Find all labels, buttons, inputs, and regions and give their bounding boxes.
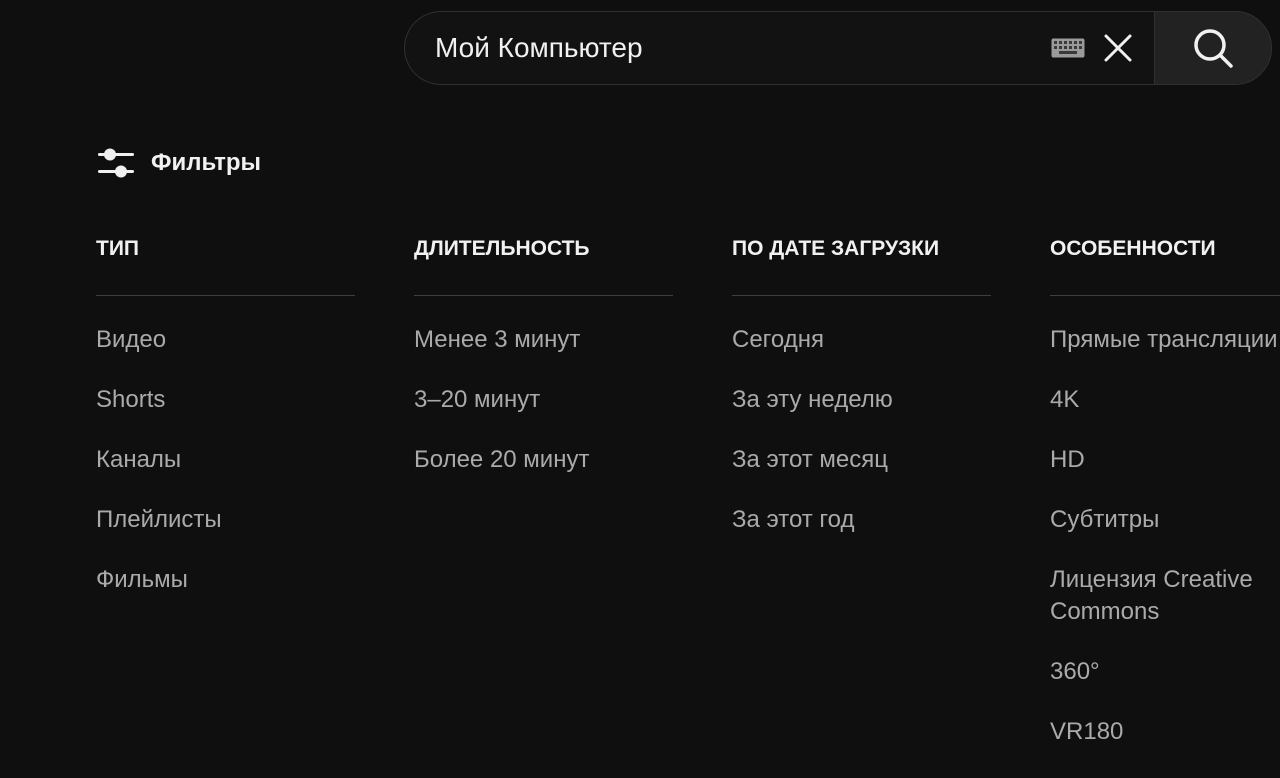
divider	[732, 295, 991, 296]
filter-option-vr180[interactable]: VR180	[1050, 716, 1280, 748]
search-icon	[1194, 29, 1233, 68]
filter-option-list: Менее 3 минут 3–20 минут Более 20 минут	[414, 324, 673, 476]
filter-group-type: ТИП Видео Shorts Каналы Плейлисты Фильмы	[96, 232, 355, 624]
filter-option-movies[interactable]: Фильмы	[96, 564, 355, 596]
filter-group-features: ОСОБЕННОСТИ Прямые трансляции 4K HD Субт…	[1050, 232, 1280, 776]
filter-option-list: Видео Shorts Каналы Плейлисты Фильмы	[96, 324, 355, 596]
filter-option-360[interactable]: 360°	[1050, 656, 1280, 688]
filter-option-list: Сегодня За эту неделю За этот месяц За э…	[732, 324, 991, 536]
filter-group-upload-date: ПО ДАТЕ ЗАГРУЗКИ Сегодня За эту неделю З…	[732, 232, 991, 564]
filter-group-title: ОСОБЕННОСТИ	[1050, 237, 1216, 260]
tune-icon	[96, 145, 138, 181]
close-icon	[1104, 34, 1132, 62]
filter-option-creative-commons[interactable]: Лицензия Creative Commons	[1050, 564, 1280, 628]
clear-search-button[interactable]	[1096, 26, 1140, 70]
filter-option-channels[interactable]: Каналы	[96, 444, 355, 476]
divider	[414, 295, 673, 296]
filter-option-shorts[interactable]: Shorts	[96, 384, 355, 416]
filter-option-this-week[interactable]: За эту неделю	[732, 384, 991, 416]
filter-option-4k[interactable]: 4K	[1050, 384, 1280, 416]
filter-option-list: Прямые трансляции 4K HD Субтитры Лицензи…	[1050, 324, 1280, 748]
search-button[interactable]	[1154, 11, 1272, 85]
filter-group-title: ПО ДАТЕ ЗАГРУЗКИ	[732, 237, 940, 260]
filter-option-this-month[interactable]: За этот месяц	[732, 444, 991, 476]
filter-group-title: ТИП	[96, 237, 140, 260]
filter-option-today[interactable]: Сегодня	[732, 324, 991, 356]
filter-option-playlists[interactable]: Плейлисты	[96, 504, 355, 536]
filter-option-hd[interactable]: HD	[1050, 444, 1280, 476]
search-input[interactable]	[435, 28, 1040, 68]
filter-option-video[interactable]: Видео	[96, 324, 355, 356]
keyboard-icon[interactable]	[1050, 37, 1086, 59]
search-bar	[404, 11, 1272, 85]
filter-option-subtitles[interactable]: Субтитры	[1050, 504, 1280, 536]
filter-group-title: ДЛИТЕЛЬНОСТЬ	[414, 237, 590, 260]
search-results-page: Фильтры ТИП Видео Shorts Каналы Плейлист…	[0, 0, 1280, 778]
divider	[96, 295, 355, 296]
search-field[interactable]	[404, 11, 1154, 85]
filter-option-over-20-min[interactable]: Более 20 минут	[414, 444, 673, 476]
filters-label: Фильтры	[151, 149, 262, 176]
divider	[1050, 295, 1280, 296]
filters-button[interactable]: Фильтры	[96, 144, 261, 182]
filter-option-3-20-min[interactable]: 3–20 минут	[414, 384, 673, 416]
filter-option-this-year[interactable]: За этот год	[732, 504, 991, 536]
filter-option-live[interactable]: Прямые трансляции	[1050, 324, 1280, 356]
filter-option-under-3-min[interactable]: Менее 3 минут	[414, 324, 673, 356]
filter-group-duration: ДЛИТЕЛЬНОСТЬ Менее 3 минут 3–20 минут Бо…	[414, 232, 673, 504]
